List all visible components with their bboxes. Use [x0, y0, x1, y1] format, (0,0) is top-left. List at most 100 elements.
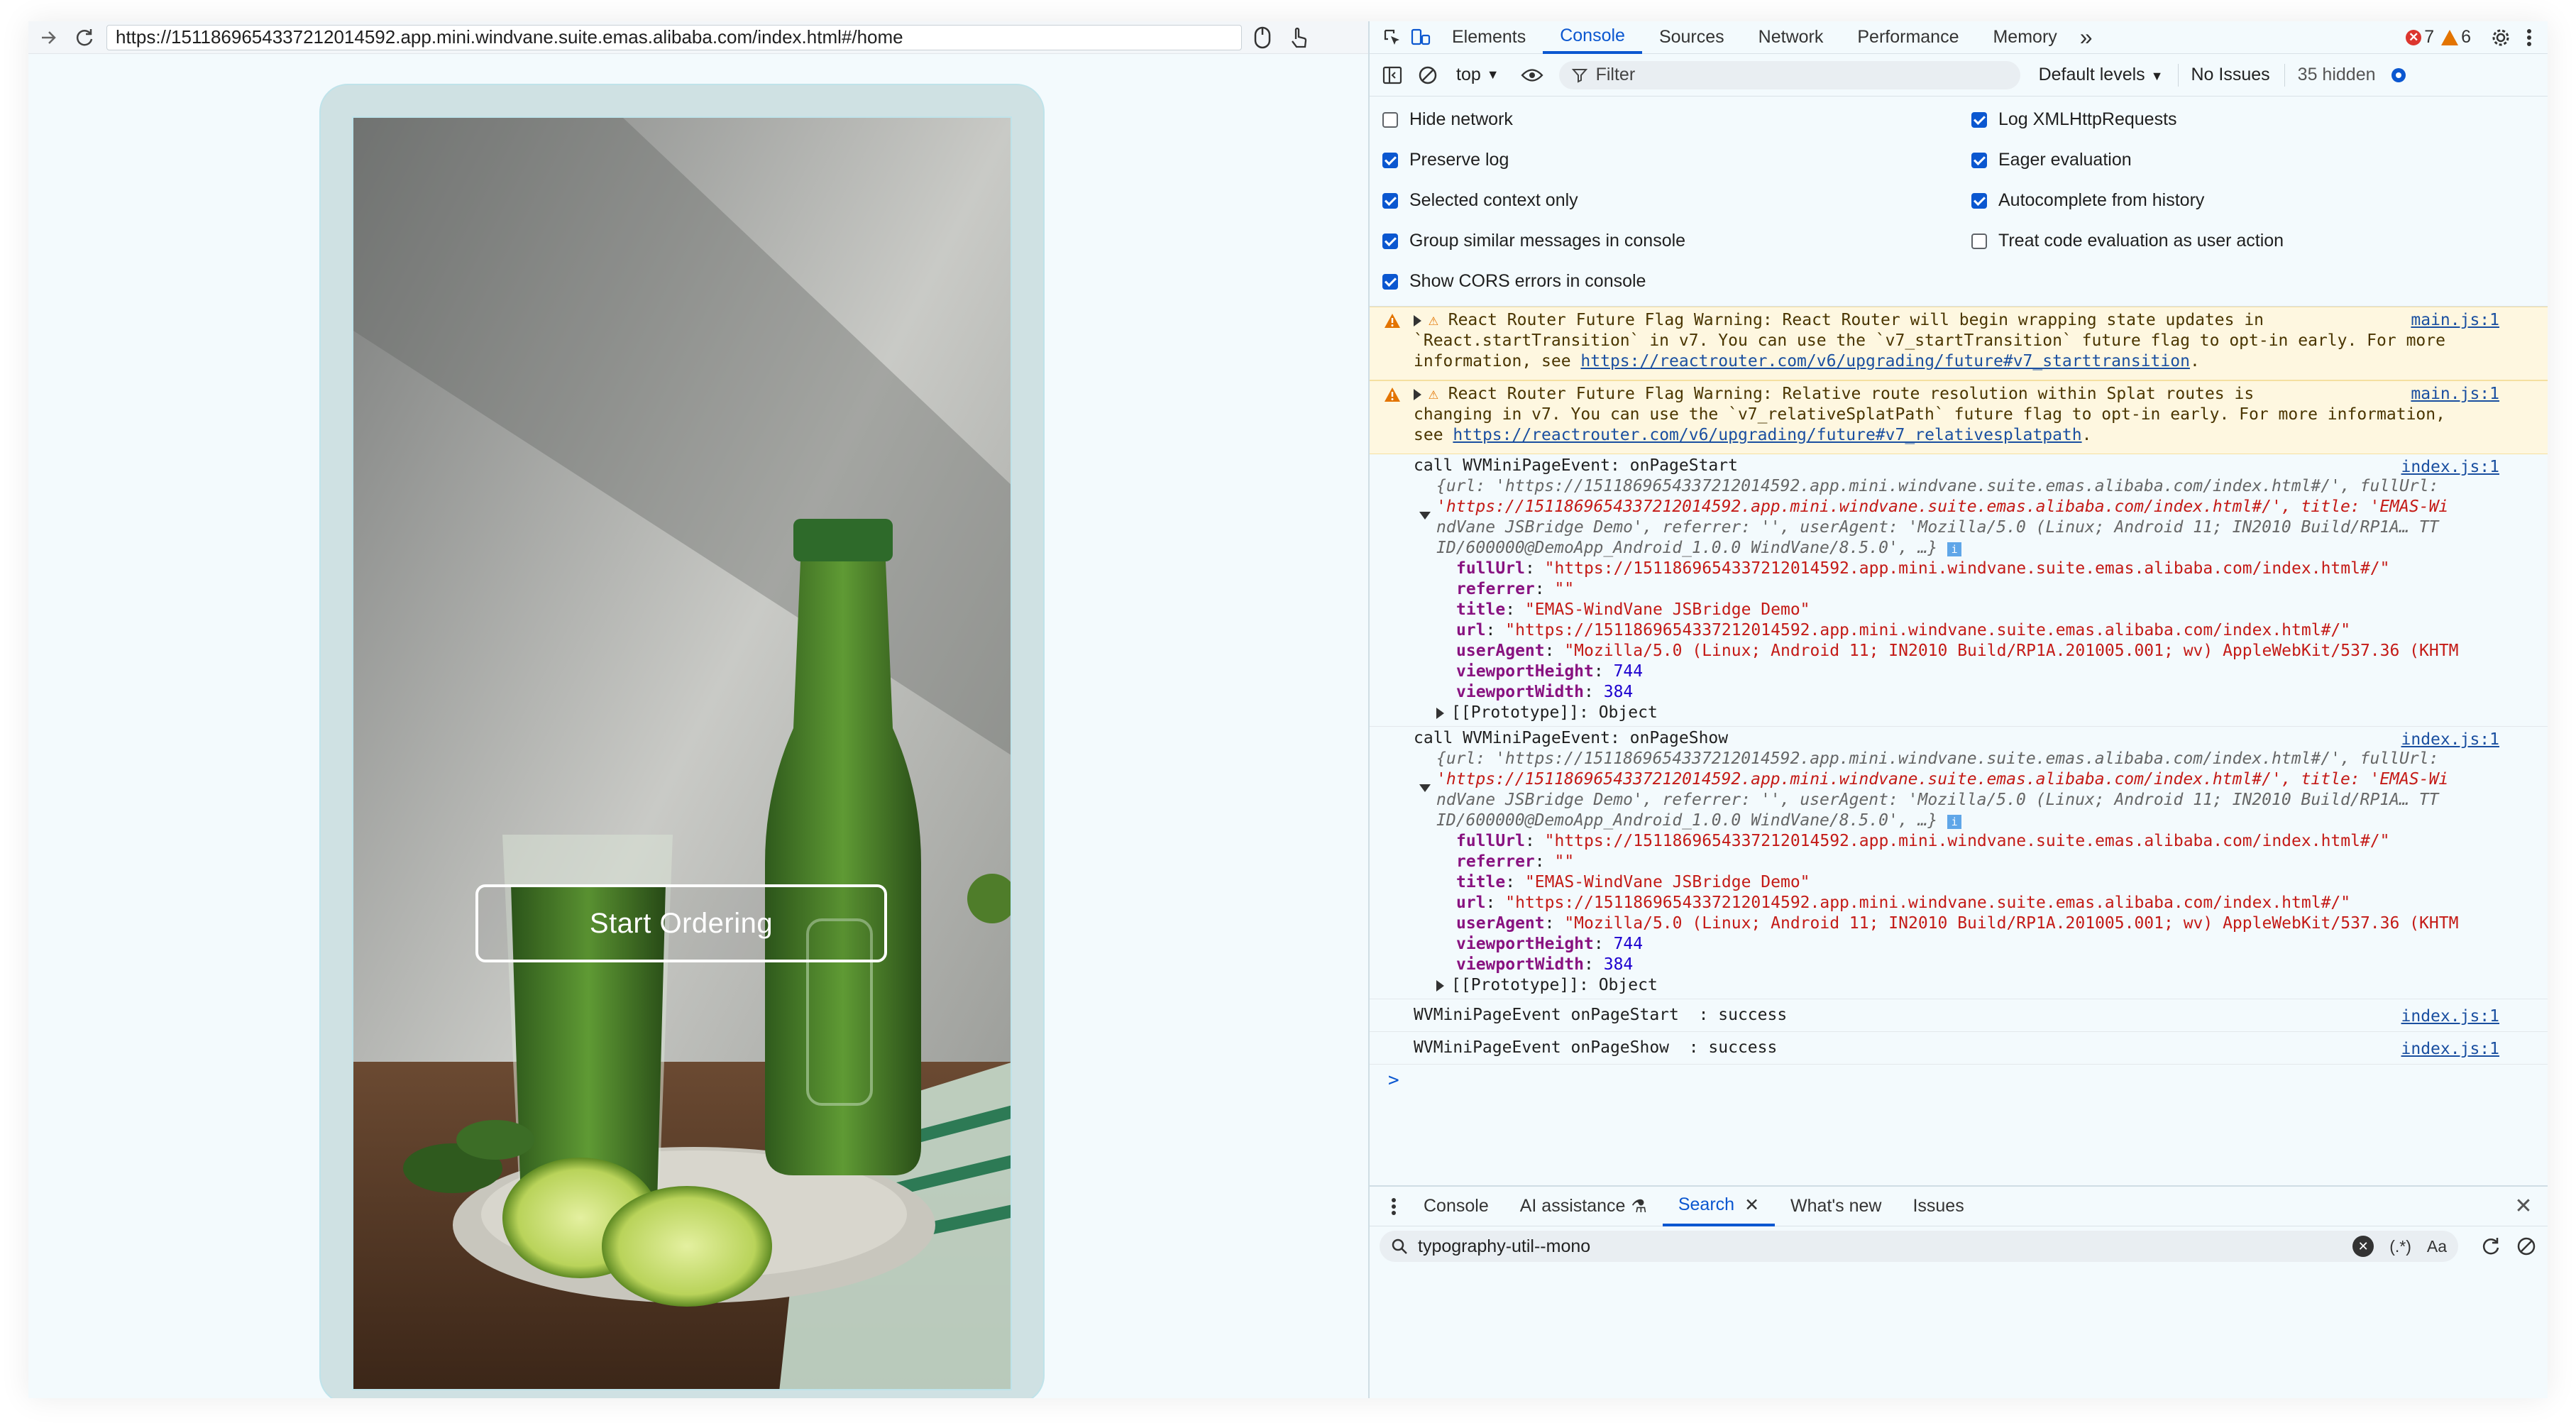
drawer-tab-issues[interactable]: Issues — [1897, 1187, 1979, 1226]
filter-funnel-icon — [1571, 68, 1587, 83]
tab-elements[interactable]: Elements — [1435, 21, 1543, 54]
source-link[interactable]: main.js:1 — [2411, 310, 2499, 331]
close-drawer-icon[interactable]: ✕ — [2509, 1192, 2538, 1221]
warning-link[interactable]: https://reactrouter.com/v6/upgrading/fut… — [1580, 352, 2190, 370]
mouse-icon[interactable] — [1246, 23, 1279, 52]
warning-link[interactable]: https://reactrouter.com/v6/upgrading/fut… — [1453, 426, 2081, 444]
context-label: top — [1456, 65, 1481, 84]
search-row: typography-util--mono ✕ (.*) Aa — [1370, 1226, 2548, 1266]
prop-key: userAgent — [1456, 914, 1545, 933]
sidebar-toggle-icon[interactable] — [1378, 61, 1407, 89]
setting-treat-user-action[interactable]: Treat code evaluation as user action — [1971, 231, 2284, 251]
prop-key: viewportHeight — [1456, 662, 1594, 681]
browser-window: https://1511869654337212014592.app.mini.… — [28, 21, 2548, 1398]
checkbox[interactable] — [1382, 152, 1398, 168]
kebab-menu-icon[interactable] — [2515, 23, 2543, 52]
prop-value: 744 — [1613, 935, 1644, 953]
hidden-count: 35 hidden — [2297, 65, 2376, 84]
setting-label: Autocomplete from history — [1998, 190, 2205, 210]
live-expression-eye-icon[interactable] — [1518, 61, 1546, 89]
setting-log-xhr[interactable]: Log XMLHttpRequests — [1971, 109, 2177, 130]
refresh-search-icon[interactable] — [2477, 1232, 2505, 1261]
setting-selected-context[interactable]: Selected context only — [1382, 190, 1578, 211]
checkbox[interactable] — [1971, 192, 1987, 209]
checkbox[interactable] — [1382, 111, 1398, 128]
more-tabs-icon[interactable]: » — [2074, 21, 2098, 54]
chevron-down-icon: ▼ — [2150, 69, 2164, 83]
setting-show-cors[interactable]: Show CORS errors in console — [1382, 271, 1646, 292]
setting-preserve-log[interactable]: Preserve log — [1382, 150, 1509, 170]
checkbox[interactable] — [1971, 111, 1987, 128]
checkbox[interactable] — [1382, 233, 1398, 249]
object-summary[interactable]: {url: 'https://1511869654337212014592.ap… — [1414, 476, 2539, 559]
checkbox[interactable] — [1971, 152, 1987, 168]
summary-line: {url: 'https://1511869654337212014592.ap… — [1436, 749, 2439, 768]
source-link[interactable]: index.js:1 — [2401, 457, 2499, 478]
prop-value: 744 — [1613, 662, 1644, 681]
source-link[interactable]: index.js:1 — [2401, 730, 2499, 750]
issues-link[interactable]: No Issues — [2191, 65, 2270, 85]
checkbox[interactable] — [1382, 273, 1398, 290]
console-prompt[interactable]: > — [1370, 1065, 2548, 1091]
regex-toggle[interactable]: (.*) — [2389, 1237, 2411, 1256]
touch-hand-icon[interactable] — [1283, 23, 1316, 52]
search-input[interactable]: typography-util--mono ✕ (.*) Aa — [1380, 1231, 2458, 1262]
summary-line: {url: 'https://1511869654337212014592.ap… — [1436, 477, 2439, 495]
warning-icon: ⚠ — [1429, 385, 1438, 403]
warning-icon: ⚠ — [1429, 311, 1438, 329]
inspect-element-icon[interactable] — [1378, 23, 1407, 52]
source-link[interactable]: main.js:1 — [2411, 384, 2499, 405]
expand-arrow-icon[interactable] — [1436, 979, 1444, 992]
log-levels-dropdown[interactable]: Default levels ▼ — [2039, 65, 2164, 85]
device-toolbar-icon[interactable] — [1407, 23, 1435, 52]
prototype-row[interactable]: [[Prototype]]: Object — [1436, 703, 2539, 723]
source-link[interactable]: index.js:1 — [2401, 1039, 2499, 1060]
expand-arrow-icon[interactable] — [1436, 707, 1444, 719]
object-summary[interactable]: {url: 'https://1511869654337212014592.ap… — [1414, 749, 2539, 831]
summary-text: ID/600000@DemoApp_Android_1.0.0 WindVane… — [1436, 811, 1938, 830]
forward-icon[interactable] — [34, 23, 64, 53]
expand-arrow-icon[interactable] — [1414, 314, 1421, 326]
drawer-tab-console[interactable]: Console — [1408, 1187, 1504, 1226]
close-tab-icon[interactable]: ✕ — [1744, 1194, 1759, 1216]
collapse-arrow-icon[interactable] — [1419, 784, 1431, 792]
warning-count-badge[interactable]: 6 — [2441, 27, 2471, 48]
prop-key: title — [1456, 873, 1506, 891]
tab-sources[interactable]: Sources — [1642, 21, 1741, 54]
prototype-row[interactable]: [[Prototype]]: Object — [1436, 975, 2539, 996]
match-case-toggle[interactable]: Aa — [2427, 1237, 2447, 1256]
expand-arrow-icon[interactable] — [1414, 388, 1421, 400]
prop-key: url — [1456, 621, 1486, 639]
prop-value: "EMAS-WindVane JSBridge Demo" — [1524, 600, 1810, 619]
start-ordering-button[interactable]: Start Ordering — [475, 884, 887, 962]
settings-gear-icon[interactable] — [2487, 23, 2515, 52]
setting-group-similar[interactable]: Group similar messages in console — [1382, 231, 1685, 251]
console-settings-gear-icon[interactable] — [2384, 61, 2413, 89]
filter-input[interactable]: Filter — [1558, 60, 2020, 89]
checkbox[interactable] — [1971, 233, 1987, 249]
prop-key: viewportHeight — [1456, 935, 1594, 953]
drawer-tab-whats-new[interactable]: What's new — [1775, 1187, 1897, 1226]
collapse-arrow-icon[interactable] — [1419, 512, 1431, 520]
tab-console[interactable]: Console — [1543, 21, 1642, 54]
setting-eager-eval[interactable]: Eager evaluation — [1971, 150, 2132, 170]
setting-autocomplete[interactable]: Autocomplete from history — [1971, 190, 2204, 211]
setting-hide-network[interactable]: Hide network — [1382, 109, 1513, 130]
clear-search-results-icon[interactable] — [2512, 1232, 2541, 1261]
clear-console-icon[interactable] — [1414, 61, 1442, 89]
source-link[interactable]: index.js:1 — [2401, 1006, 2499, 1027]
checkbox[interactable] — [1382, 192, 1398, 209]
url-input[interactable]: https://1511869654337212014592.app.mini.… — [106, 24, 1242, 50]
context-selector[interactable]: top ▼ — [1456, 65, 1499, 85]
tab-memory[interactable]: Memory — [1976, 21, 2074, 54]
prop-key: viewportWidth — [1456, 955, 1585, 974]
tab-performance[interactable]: Performance — [1840, 21, 1976, 54]
drawer-tab-ai-assistance[interactable]: AI assistance ⚗ — [1504, 1187, 1663, 1226]
drawer-tab-search[interactable]: Search ✕ — [1662, 1187, 1776, 1226]
clear-search-icon[interactable]: ✕ — [2352, 1236, 2374, 1257]
reload-icon[interactable] — [70, 23, 99, 53]
tab-network[interactable]: Network — [1741, 21, 1841, 54]
drawer-menu-icon[interactable] — [1380, 1192, 1408, 1221]
error-count-badge[interactable]: ✕ 7 — [2406, 27, 2434, 48]
prototype-text: [[Prototype]]: Object — [1451, 976, 1658, 994]
